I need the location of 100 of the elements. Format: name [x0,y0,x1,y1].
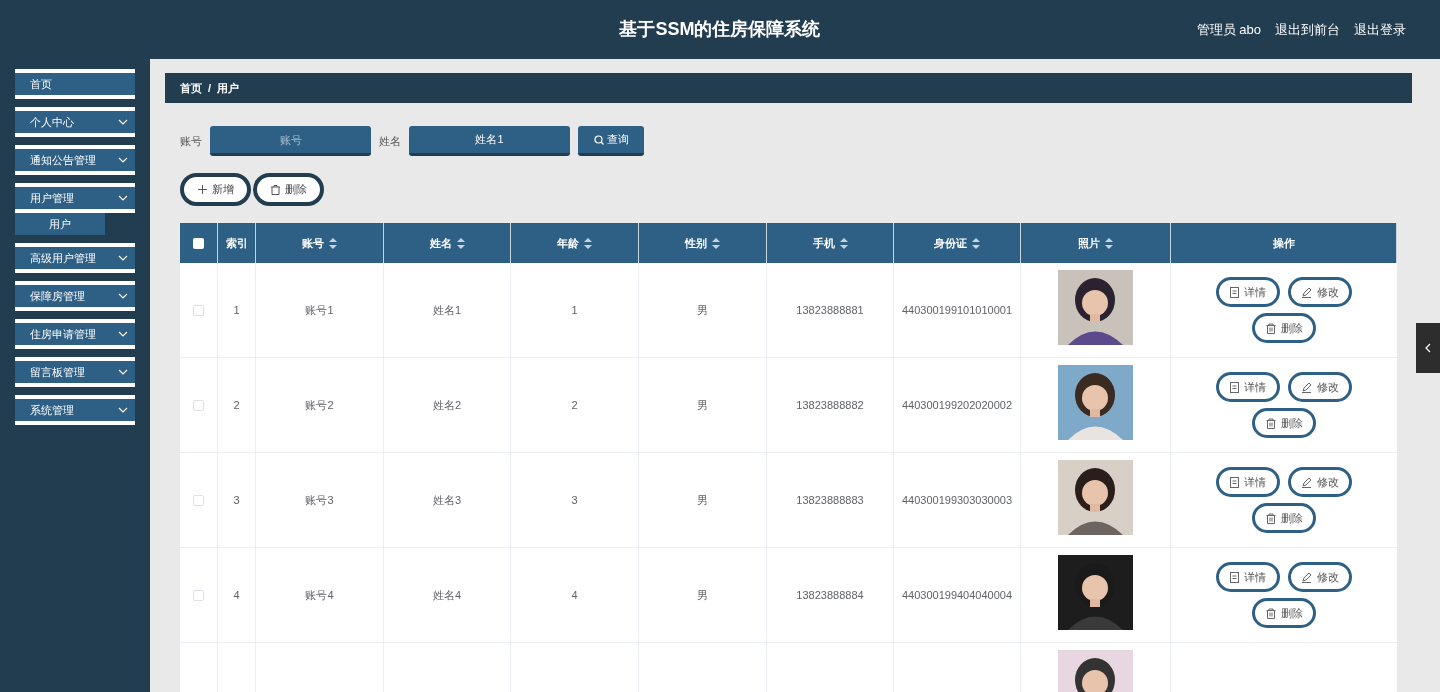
trash-icon [1265,417,1276,429]
chevron-down-icon [118,157,128,163]
field-label: 账号 [180,133,202,149]
table-cell-text: 3 [571,492,578,508]
sidebar-item[interactable]: 高级用户管理 [15,243,135,273]
chevron-down-icon [118,255,128,261]
edit-button[interactable]: 修改 [1288,277,1352,307]
row-checkbox[interactable] [193,399,204,411]
table-cell-text: 440300199202020002 [901,397,1013,413]
table-cell-text: 账号1 [305,302,334,318]
add-button[interactable]: 新增 [180,173,251,206]
delete-button[interactable]: 删除 [1252,313,1316,343]
chevron-down-icon [118,369,128,375]
sidebar-item[interactable]: 用户管理 [15,183,135,213]
table-cell-text: 男 [697,587,708,603]
chevron-down-icon [118,407,128,413]
pencil-icon [1301,286,1312,298]
field-label: 姓名 [379,133,401,149]
pencil-icon [1301,571,1312,583]
pencil-icon [1301,381,1312,393]
edit-button[interactable]: 修改 [1288,467,1352,497]
select-all-checkbox[interactable] [193,237,204,249]
trash-icon [1265,607,1276,619]
table-cell-text: 1 [233,302,240,318]
chevron-down-icon [118,195,128,201]
table-cell-text: 1 [571,302,578,318]
sidebar-item[interactable]: 个人中心 [15,107,135,137]
table-cell-text: 姓名2 [432,397,462,413]
table-cell-text: 2 [571,397,578,413]
sidebar-item[interactable]: 保障房管理 [15,281,135,311]
table-cell-text: 姓名4 [432,587,462,603]
sort-icon[interactable] [329,237,337,249]
search-field[interactable]: 账号 [210,126,371,156]
chevron-down-icon [118,293,128,299]
table-cell-text: 13823888881 [796,302,864,318]
trash-icon [1265,512,1276,524]
table-cell-text: 账号4 [305,587,334,603]
table-cell-text: 姓名1 [432,302,462,318]
breadcrumb-separator: / [208,80,212,96]
row-checkbox[interactable] [193,589,204,601]
header-link[interactable]: 管理员 abo [1196,19,1261,40]
sort-icon[interactable] [712,237,720,249]
row-checkbox[interactable] [193,304,204,316]
table-cell-text: 男 [697,302,708,318]
table-cell-text: 440300199404040004 [901,587,1013,603]
table-cell-text: 男 [697,492,708,508]
chevron-left-icon [1425,343,1431,353]
table-cell-text: 姓名3 [432,492,462,508]
pencil-icon [1301,476,1312,488]
app-title: 基于SSM的住房保障系统 [619,18,821,41]
table-cell-text: 2 [233,397,240,413]
plus-icon [197,185,207,194]
search-field[interactable]: 姓名1 [409,126,570,156]
sidebar-item[interactable]: 系统管理 [15,395,135,425]
edit-button[interactable]: 修改 [1288,562,1352,592]
document-icon [1230,476,1239,488]
table-cell-text: 4 [233,587,240,603]
sort-icon[interactable] [456,237,465,249]
table-cell-text: 13823888882 [796,397,864,413]
table-cell-text: 账号2 [305,397,334,413]
sidebar-item[interactable]: 留言板管理 [15,357,135,387]
sidebar-item[interactable]: 首页 [15,69,135,99]
trash-icon [1265,322,1276,334]
table-cell-text: 13823888884 [796,587,864,603]
delete-button[interactable]: 删除 [253,173,324,206]
sidebar-item[interactable]: 住房申请管理 [15,319,135,349]
sort-icon[interactable] [584,237,592,249]
detail-button[interactable]: 详情 [1216,467,1280,497]
chevron-down-icon [118,119,128,125]
header-link[interactable]: 退出到前台 [1275,19,1340,40]
chevron-down-icon [118,331,128,337]
delete-button[interactable]: 删除 [1252,408,1316,438]
table-cell-text: 男 [697,397,708,413]
search-button[interactable]: 查询 [578,126,644,156]
table-cell-text: 440300199303030003 [901,492,1013,508]
sidebar-subitem[interactable]: 用户 [15,213,105,235]
detail-button[interactable]: 详情 [1216,562,1280,592]
delete-button[interactable]: 删除 [1252,598,1316,628]
header-link[interactable]: 退出登录 [1354,19,1406,40]
breadcrumb-item[interactable]: 用户 [217,79,240,97]
sort-icon[interactable] [839,237,848,249]
detail-button[interactable]: 详情 [1216,372,1280,402]
table-cell-text: 4 [571,587,578,603]
table-cell-text: 13823888883 [796,492,864,508]
table-cell-text: 440300199101010001 [901,302,1013,318]
trash-icon [270,184,280,195]
sort-icon[interactable] [972,237,980,249]
delete-button[interactable]: 删除 [1252,503,1316,533]
search-icon [593,134,604,145]
table-cell-text: 3 [233,492,240,508]
edit-button[interactable]: 修改 [1288,372,1352,402]
document-icon [1230,571,1239,583]
document-icon [1230,286,1239,298]
table-cell-text: 账号3 [305,492,334,508]
row-checkbox[interactable] [193,494,204,506]
sidebar-item[interactable]: 通知公告管理 [15,145,135,175]
document-icon [1230,381,1239,393]
detail-button[interactable]: 详情 [1216,277,1280,307]
sort-icon[interactable] [1105,237,1113,249]
breadcrumb-item[interactable]: 首页 [180,79,202,97]
